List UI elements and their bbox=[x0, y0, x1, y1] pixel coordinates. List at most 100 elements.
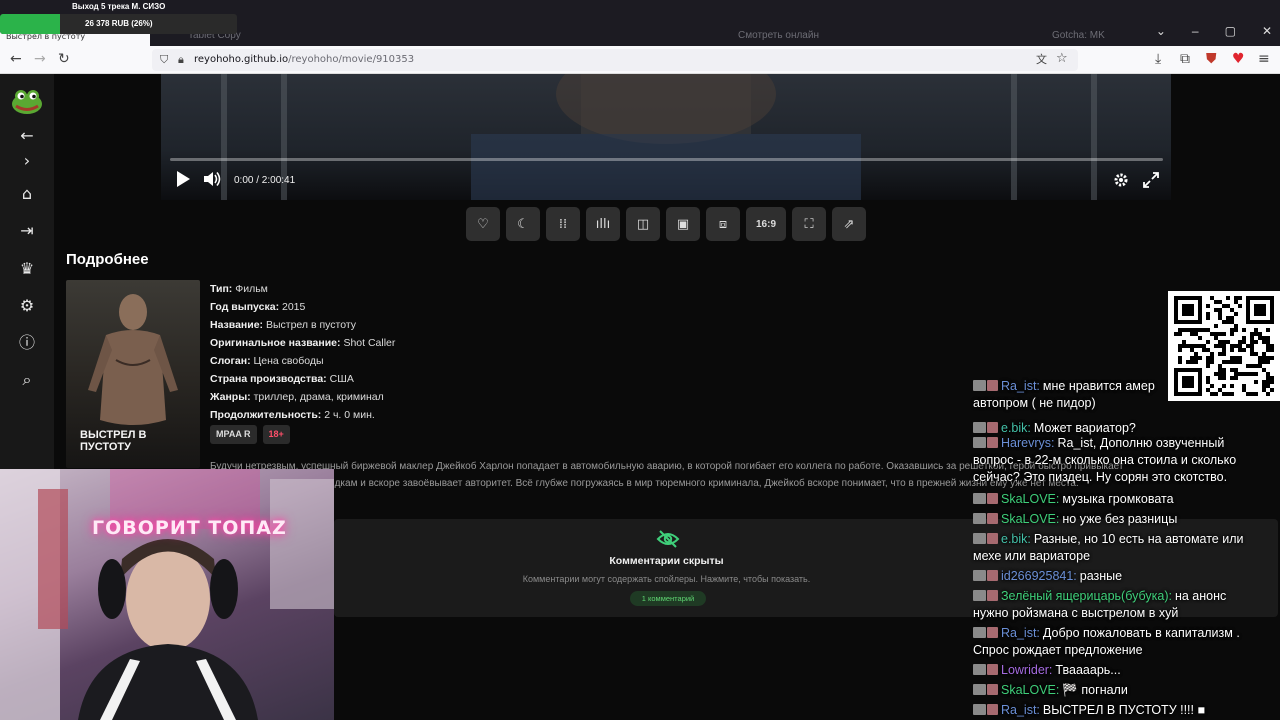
badge-icon bbox=[973, 664, 986, 675]
chat-message: id266925841: разные bbox=[973, 568, 1273, 585]
browser-tab[interactable]: Смотреть онлайн bbox=[738, 30, 819, 41]
extensions-icon[interactable]: ⧉ bbox=[1180, 51, 1190, 67]
home-icon[interactable]: ⌂ bbox=[17, 184, 37, 204]
qr-module bbox=[1266, 380, 1270, 384]
webcam-overlay: ГОВОРИТ ТОПАZ bbox=[0, 469, 334, 720]
trophy-icon[interactable]: ♛ bbox=[17, 259, 37, 279]
browser-tab[interactable]: Gotcha: MK bbox=[1052, 30, 1105, 41]
qr-module bbox=[1210, 360, 1214, 364]
favorite-heart-icon[interactable]: ♡ bbox=[466, 207, 500, 241]
chat-nickname[interactable]: Lowrider: bbox=[1001, 663, 1052, 677]
qr-module bbox=[1242, 328, 1246, 332]
chat-nickname[interactable]: Ra_ist: bbox=[1001, 703, 1040, 717]
qr-module bbox=[1190, 348, 1194, 352]
badge-icon bbox=[973, 570, 986, 581]
avatar-icon bbox=[987, 493, 998, 504]
donation-progress-fill bbox=[0, 14, 61, 34]
comments-count-pill[interactable]: 1 комментарий bbox=[630, 591, 706, 606]
gear-icon[interactable] bbox=[1113, 172, 1129, 188]
qr-module bbox=[1222, 368, 1226, 372]
translate-icon[interactable]: 文 bbox=[1036, 52, 1047, 68]
badge-icon bbox=[973, 493, 986, 504]
screenshot-icon[interactable]: ⛶ bbox=[792, 207, 826, 241]
chat-nickname[interactable]: Ra_ist: bbox=[1001, 626, 1040, 640]
grid-icon[interactable]: ⁞⁞ bbox=[546, 207, 580, 241]
qr-module bbox=[1266, 384, 1270, 388]
qr-module bbox=[1218, 300, 1222, 304]
shield-icon[interactable]: ⛉ bbox=[160, 52, 168, 68]
chat-nickname[interactable]: e.bik: bbox=[1001, 532, 1031, 546]
reload-icon[interactable]: ↻ bbox=[58, 51, 70, 67]
qr-module bbox=[1230, 308, 1234, 312]
chat-nickname[interactable]: Ra_ist: bbox=[1001, 379, 1040, 393]
crop-frame-icon[interactable]: ▣ bbox=[666, 207, 700, 241]
movie-poster: ВЫСТРЕЛ В ПУСТОТУ bbox=[66, 280, 200, 468]
volume-icon[interactable] bbox=[203, 170, 221, 188]
search-icon[interactable]: ⌕ bbox=[17, 370, 37, 390]
qr-module bbox=[1218, 344, 1222, 348]
shield-extension-icon[interactable]: ♥ bbox=[1232, 51, 1245, 67]
audio-wave-icon[interactable]: ıllı bbox=[586, 207, 620, 241]
frog-logo-icon[interactable] bbox=[10, 89, 44, 115]
video-progress-bar[interactable] bbox=[170, 158, 1163, 161]
qr-module bbox=[1194, 352, 1198, 356]
lock-icon[interactable]: 🔒︎ bbox=[178, 52, 184, 68]
qr-finder-pattern bbox=[1182, 376, 1194, 388]
qr-module bbox=[1178, 356, 1182, 360]
dark-mode-moon-icon[interactable]: ☾ bbox=[506, 207, 540, 241]
detail-row: Оригинальное название: Shot Caller bbox=[210, 337, 396, 349]
tab-list-icon[interactable]: ⌄ bbox=[1156, 24, 1166, 38]
qr-module bbox=[1222, 392, 1226, 396]
open-external-icon[interactable]: ⇗ bbox=[832, 207, 866, 241]
chat-nickname[interactable]: id266925841: bbox=[1001, 569, 1077, 583]
menu-icon[interactable]: ≡ bbox=[1258, 51, 1270, 67]
qr-module bbox=[1230, 328, 1234, 332]
qr-module bbox=[1190, 328, 1194, 332]
chat-nickname[interactable]: e.bik: bbox=[1001, 421, 1031, 435]
back-arrow-icon[interactable]: ← bbox=[17, 126, 37, 146]
qr-code bbox=[1168, 291, 1280, 401]
url-path: /reyohoho/movie/910353 bbox=[288, 54, 415, 65]
qr-module bbox=[1270, 356, 1274, 360]
chevron-right-icon[interactable]: › bbox=[17, 151, 37, 171]
qr-module bbox=[1266, 360, 1270, 364]
picture-in-picture-icon[interactable]: ⧈ bbox=[706, 207, 740, 241]
play-icon[interactable] bbox=[175, 170, 191, 188]
chat-text: сейчас? Это пиздец. Ну сорян это скотств… bbox=[973, 470, 1228, 484]
info-icon[interactable]: ⓘ bbox=[17, 333, 37, 353]
qr-module bbox=[1254, 372, 1258, 376]
maximize-icon[interactable]: ▢ bbox=[1225, 24, 1236, 38]
minimize-icon[interactable]: – bbox=[1192, 24, 1199, 38]
qr-module bbox=[1198, 328, 1202, 332]
aspect-ratio-button[interactable]: 16:9 bbox=[746, 207, 786, 241]
chat-nickname[interactable]: Зелёный ящерицарь(бубука): bbox=[1001, 589, 1172, 603]
chat-text: Разные, но 10 есть на автомате или bbox=[1033, 532, 1244, 546]
login-icon[interactable]: ⇥ bbox=[17, 221, 37, 241]
fullscreen-icon[interactable] bbox=[1143, 172, 1159, 188]
close-icon[interactable]: ✕ bbox=[1262, 24, 1272, 38]
settings-icon[interactable]: ⚙ bbox=[17, 296, 37, 316]
video-player[interactable]: 0:00 / 2:00:41 bbox=[161, 74, 1171, 200]
qr-module bbox=[1222, 332, 1226, 336]
bookmark-star-icon[interactable]: ☆ bbox=[1056, 51, 1068, 67]
chat-nickname[interactable]: SkaLOVE: bbox=[1001, 492, 1059, 506]
downloads-icon[interactable]: ⤓ bbox=[1155, 51, 1161, 67]
chat-message: Зелёный ящерицарь(бубука): на анонс нужно … bbox=[973, 588, 1273, 622]
qr-module bbox=[1194, 328, 1198, 332]
chat-nickname[interactable]: SkaLOVE: bbox=[1001, 683, 1059, 697]
qr-module bbox=[1206, 348, 1210, 352]
mirror-icon[interactable]: ◫ bbox=[626, 207, 660, 241]
qr-finder-pattern bbox=[1254, 304, 1266, 316]
back-icon[interactable]: ← bbox=[10, 51, 22, 67]
qr-module bbox=[1182, 340, 1186, 344]
qr-module bbox=[1266, 340, 1270, 344]
qr-module bbox=[1238, 304, 1242, 308]
ublock-icon[interactable]: ⛊ bbox=[1206, 51, 1217, 67]
chat-nickname[interactable]: Harevrys: bbox=[1001, 436, 1054, 450]
qr-module bbox=[1270, 388, 1274, 392]
chat-message: SkaLOVE: музыка громковата bbox=[973, 491, 1273, 508]
chat-nickname[interactable]: SkaLOVE: bbox=[1001, 512, 1059, 526]
forward-icon[interactable]: → bbox=[34, 51, 46, 67]
chat-text: вопрос - в 22-м сколько она стоила и ско… bbox=[973, 453, 1237, 467]
url-bar[interactable]: ⛉ 🔒︎ reyohoho.github.io/reyohoho/movie/9… bbox=[152, 49, 1078, 71]
